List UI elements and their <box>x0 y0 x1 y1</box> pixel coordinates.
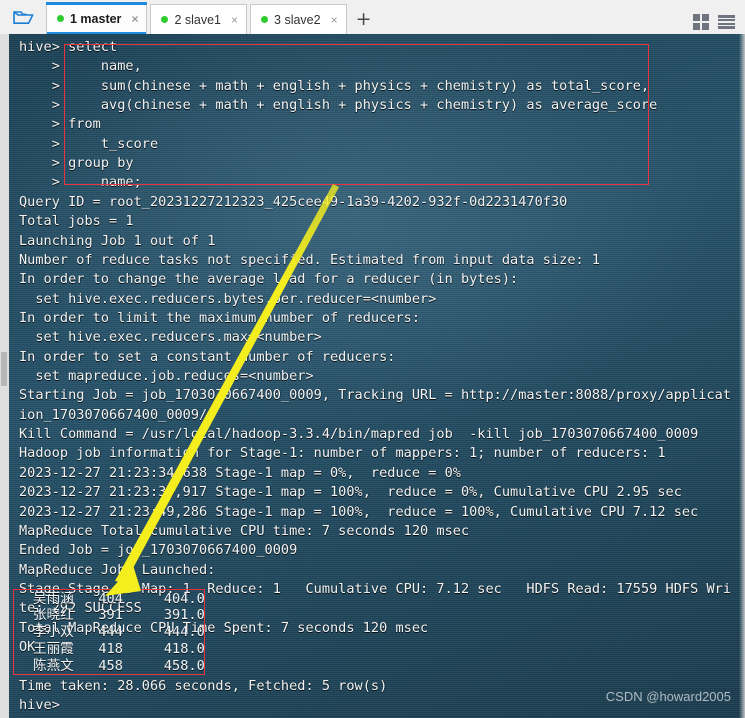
result-row: 陈燕文 458 458.0 <box>33 658 205 674</box>
open-folder-icon[interactable] <box>0 1 46 34</box>
tab-label: 1 master <box>70 11 122 26</box>
sql-query-text: hive> select > name, > sum(chinese + mat… <box>19 39 658 191</box>
job-output-text: Query ID = root_20231227212323_425cee49-… <box>19 194 732 655</box>
new-tab-button[interactable]: + <box>352 4 376 34</box>
footer-text: Time taken: 28.066 seconds, Fetched: 5 r… <box>19 678 388 714</box>
tab-close-icon[interactable]: × <box>231 14 238 26</box>
scrollbar-thumb[interactable] <box>1 352 7 386</box>
tab-status-dot <box>161 16 169 23</box>
tab-label: 2 slave1 <box>174 12 222 27</box>
tab-status-dot <box>57 15 64 22</box>
tab-1-master[interactable]: 1 master × <box>46 2 148 34</box>
grid-view-icon[interactable] <box>693 14 709 30</box>
hamburger-menu-icon[interactable] <box>718 15 735 29</box>
watermark-text: CSDN @howard2005 <box>605 689 731 704</box>
terminal-window: 1 master × 2 slave1 × 3 slave2 × + hive>… <box>0 0 745 718</box>
tab-close-icon[interactable]: × <box>331 14 338 26</box>
tab-bar: 1 master × 2 slave1 × 3 slave2 × + <box>0 0 745 35</box>
tab-status-dot <box>261 16 269 23</box>
tab-label: 3 slave2 <box>274 12 321 27</box>
terminal-right-edge <box>739 34 745 718</box>
tab-3-slave2[interactable]: 3 slave2 × <box>250 4 347 34</box>
tab-2-slave1[interactable]: 2 slave1 × <box>150 4 248 34</box>
tab-close-icon[interactable]: × <box>131 13 138 25</box>
terminal-output[interactable]: hive> select > name, > sum(chinese + mat… <box>9 34 745 718</box>
terminal-scrollbar[interactable] <box>0 34 9 718</box>
tab-bar-actions <box>693 14 745 34</box>
terminal-area: hive> select > name, > sum(chinese + mat… <box>0 34 745 718</box>
